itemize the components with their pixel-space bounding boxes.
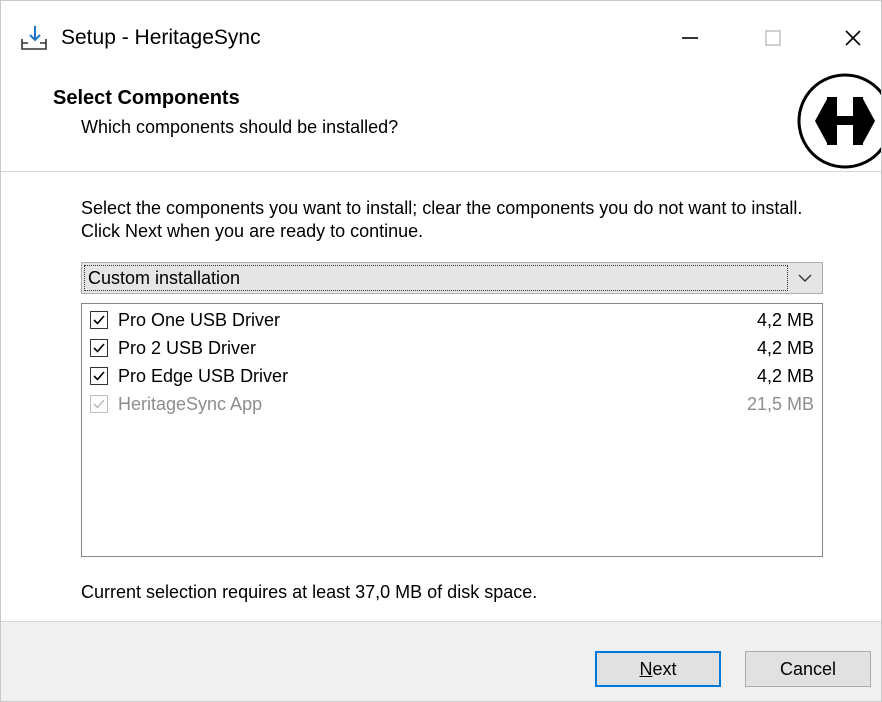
component-checkbox-disabled bbox=[90, 395, 108, 413]
page-subtitle: Which components should be installed? bbox=[81, 117, 399, 137]
heritagesync-logo bbox=[797, 73, 881, 169]
component-checkbox[interactable] bbox=[90, 367, 108, 385]
instructions-text: Select the components you want to instal… bbox=[81, 198, 803, 241]
cancel-button[interactable]: Cancel bbox=[745, 651, 871, 687]
close-icon bbox=[845, 30, 861, 46]
component-size: 4,2 MB bbox=[756, 338, 814, 358]
component-size: 21,5 MB bbox=[746, 394, 814, 414]
install-type-dropdown[interactable]: Custom installation bbox=[81, 262, 823, 294]
wizard-body: Select the components you want to instal… bbox=[1, 173, 881, 621]
disk-space-text: Current selection requires at least 37,0… bbox=[81, 582, 538, 602]
checkmark-icon bbox=[93, 399, 105, 409]
maximize-button[interactable] bbox=[745, 15, 801, 61]
maximize-icon bbox=[765, 30, 781, 46]
checkmark-icon bbox=[93, 315, 105, 325]
component-label: Pro Edge USB Driver bbox=[118, 366, 289, 386]
list-item[interactable]: Pro 2 USB Driver 4,2 MB bbox=[82, 335, 822, 363]
next-label-rest: ext bbox=[652, 658, 677, 679]
dropdown-button[interactable] bbox=[790, 265, 820, 291]
component-size: 4,2 MB bbox=[756, 366, 814, 386]
chevron-down-icon bbox=[798, 274, 812, 282]
minimize-icon bbox=[682, 37, 698, 39]
components-list[interactable]: Pro One USB Driver 4,2 MB Pro 2 USB Driv… bbox=[81, 303, 823, 557]
list-item[interactable]: Pro Edge USB Driver 4,2 MB bbox=[82, 363, 822, 391]
next-button[interactable]: Next bbox=[595, 651, 721, 687]
component-checkbox[interactable] bbox=[90, 311, 108, 329]
component-label: Pro One USB Driver bbox=[118, 310, 281, 330]
close-button[interactable] bbox=[825, 15, 881, 61]
component-size: 4,2 MB bbox=[756, 310, 814, 330]
download-tray-icon bbox=[21, 26, 47, 50]
title-bar: Setup - HeritageSync bbox=[1, 1, 881, 73]
window-title: Setup - HeritageSync bbox=[61, 26, 261, 49]
wizard-header: Select Components Which components shoul… bbox=[1, 73, 881, 171]
list-item[interactable]: Pro One USB Driver 4,2 MB bbox=[82, 307, 822, 335]
wizard-footer: Next Cancel bbox=[1, 622, 881, 701]
component-label: HeritageSync App bbox=[118, 394, 263, 414]
setup-window: Setup - HeritageSync Select Components W… bbox=[0, 0, 882, 702]
component-label: Pro 2 USB Driver bbox=[118, 338, 257, 358]
list-item: HeritageSync App 21,5 MB bbox=[82, 391, 822, 419]
checkmark-icon bbox=[93, 343, 105, 353]
component-checkbox[interactable] bbox=[90, 339, 108, 357]
checkmark-icon bbox=[93, 371, 105, 381]
minimize-button[interactable] bbox=[662, 15, 718, 61]
install-type-value: Custom installation bbox=[88, 268, 241, 288]
page-title: Select Components bbox=[53, 87, 240, 109]
next-accelerator: N bbox=[639, 658, 653, 679]
